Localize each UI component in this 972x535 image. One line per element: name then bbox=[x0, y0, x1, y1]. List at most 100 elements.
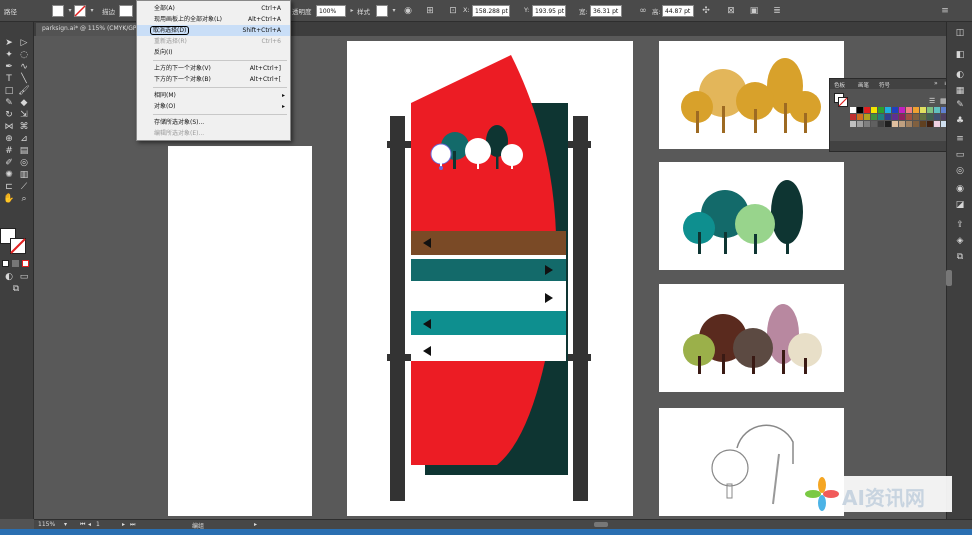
eraser-icon[interactable]: ◆ bbox=[18, 98, 30, 109]
screen-mode-icon[interactable]: ⧉ bbox=[10, 284, 22, 295]
appearance-icon[interactable]: ◉ bbox=[954, 184, 966, 195]
swatch-color[interactable] bbox=[906, 121, 912, 127]
swatch-color[interactable] bbox=[920, 107, 926, 113]
menu-item-select-all[interactable]: 全部(A) Ctrl+A bbox=[137, 3, 290, 14]
swatch-color[interactable] bbox=[871, 107, 877, 113]
menu-item-same[interactable]: 相同(M) ▸ bbox=[137, 90, 290, 101]
swatch-color[interactable] bbox=[934, 121, 940, 127]
list-view-icon[interactable]: ☰ bbox=[929, 97, 935, 105]
swatch-color[interactable] bbox=[885, 107, 891, 113]
transform-icon[interactable]: ✣ bbox=[700, 5, 712, 17]
magic-wand-icon[interactable]: ✦ bbox=[3, 50, 15, 61]
stroke-color-box[interactable] bbox=[10, 238, 26, 254]
slice-icon[interactable]: ⟋ bbox=[18, 182, 30, 193]
pen-tool-icon[interactable]: ✒ bbox=[3, 62, 15, 73]
type-tool-icon[interactable]: T bbox=[3, 74, 15, 85]
menu-item-edit-selection[interactable]: 编辑所选对象(E)... bbox=[137, 128, 290, 139]
swatch-color[interactable] bbox=[871, 114, 877, 120]
swatch-color[interactable] bbox=[913, 107, 919, 113]
layers-icon[interactable]: ◈ bbox=[954, 236, 966, 247]
chevron-right-icon[interactable]: ▸ bbox=[254, 521, 257, 528]
align-icon[interactable]: ⊞ bbox=[424, 5, 436, 17]
zoom-icon[interactable]: ⌕ bbox=[18, 194, 30, 205]
horizontal-scrollbar-thumb[interactable] bbox=[594, 522, 608, 527]
perspective-icon[interactable]: ⊿ bbox=[18, 134, 30, 145]
shape-builder-icon[interactable]: ⊕ bbox=[3, 134, 15, 145]
symbol-sprayer-icon[interactable]: ✺ bbox=[3, 170, 15, 181]
height-field[interactable]: 44.87 pt bbox=[662, 5, 694, 17]
edit-icon[interactable]: ▣ bbox=[748, 5, 760, 17]
style-swatch[interactable] bbox=[376, 5, 388, 17]
swatch-color[interactable] bbox=[927, 107, 933, 113]
next-page-icon[interactable]: ▸ bbox=[122, 521, 125, 528]
tab-symbols[interactable]: 符号 bbox=[879, 81, 890, 89]
swatch-color[interactable] bbox=[906, 114, 912, 120]
vertical-scrollbar-thumb[interactable] bbox=[946, 270, 952, 286]
menu-item-select-all-artboard[interactable]: 现用画板上的全部对象(L) Alt+Ctrl+A bbox=[137, 14, 290, 25]
menu-item-save-selection[interactable]: 存储所选对象(S)... bbox=[137, 117, 290, 128]
artboard-main[interactable] bbox=[347, 41, 633, 516]
prev-page-icon[interactable]: ◂ bbox=[88, 521, 91, 528]
menu-item-next-object-above[interactable]: 上方的下一个对象(V) Alt+Ctrl+] bbox=[137, 63, 290, 74]
y-field[interactable]: 193.95 pt bbox=[532, 5, 566, 17]
artboard-tool-icon[interactable]: ⊏ bbox=[3, 182, 15, 193]
rectangle-tool-icon[interactable]: □ bbox=[3, 86, 15, 97]
swatch-color[interactable] bbox=[920, 121, 926, 127]
menu-item-object[interactable]: 对象(O) ▸ bbox=[137, 101, 290, 112]
swatch-color[interactable] bbox=[864, 121, 870, 127]
pencil-icon[interactable]: ✎ bbox=[3, 98, 15, 109]
artboard-trees-teal[interactable] bbox=[659, 162, 844, 270]
gradient-mode-icon[interactable] bbox=[12, 260, 19, 267]
swatch-color[interactable] bbox=[927, 114, 933, 120]
artboard-trees-brown[interactable] bbox=[659, 284, 844, 392]
collapse-icon[interactable]: » bbox=[934, 80, 938, 87]
export-icon[interactable]: ⇪ bbox=[954, 220, 966, 231]
swatch-color[interactable] bbox=[885, 114, 891, 120]
page-number[interactable]: 1 bbox=[96, 521, 100, 528]
curvature-icon[interactable]: ∿ bbox=[18, 62, 30, 73]
swatch-color[interactable] bbox=[913, 121, 919, 127]
swatch-color[interactable] bbox=[920, 114, 926, 120]
column-graph-icon[interactable]: ▥ bbox=[18, 170, 30, 181]
none-mode-icon[interactable] bbox=[22, 260, 29, 267]
swatch-color[interactable] bbox=[906, 107, 912, 113]
color-guide-icon[interactable]: ◧ bbox=[954, 50, 966, 61]
gradient-icon[interactable]: ▭ bbox=[954, 150, 966, 161]
color-mode-icon[interactable] bbox=[2, 260, 9, 267]
chevron-down-icon[interactable]: ▾ bbox=[388, 5, 400, 17]
swatch-color[interactable] bbox=[892, 114, 898, 120]
swatch-color[interactable] bbox=[857, 107, 863, 113]
last-page-icon[interactable]: ⏭ bbox=[130, 521, 135, 529]
recolor-icon[interactable]: ◉ bbox=[402, 5, 414, 17]
selection-tool-icon[interactable]: ➤ bbox=[3, 38, 15, 49]
swatch-color[interactable] bbox=[934, 114, 940, 120]
arrange-icon[interactable]: ≣ bbox=[771, 5, 783, 17]
tab-brushes[interactable]: 画笔 bbox=[858, 81, 869, 89]
document-tab[interactable]: parksign.ai* @ 115% (CMYK/GPU bbox=[36, 23, 147, 36]
draw-mode-icon[interactable]: ◐ bbox=[3, 272, 15, 283]
menu-item-deselect[interactable]: 取消选择(D) Shift+Ctrl+A bbox=[137, 25, 290, 36]
swatch-color[interactable] bbox=[899, 107, 905, 113]
swatch-color[interactable] bbox=[899, 121, 905, 127]
swatch-color[interactable] bbox=[857, 114, 863, 120]
swatch-color[interactable] bbox=[850, 107, 856, 113]
symbols-icon[interactable]: ♣ bbox=[954, 116, 966, 127]
transparency-icon[interactable]: ◎ bbox=[954, 166, 966, 177]
first-page-icon[interactable]: ⏮ bbox=[80, 521, 85, 529]
width-tool-icon[interactable]: ⋈ bbox=[3, 122, 15, 133]
artboard-blank[interactable] bbox=[168, 146, 312, 516]
swatch-color[interactable] bbox=[913, 114, 919, 120]
direct-selection-tool-icon[interactable]: ▷ bbox=[18, 38, 30, 49]
swatch-color[interactable] bbox=[878, 121, 884, 127]
gradient-icon[interactable]: ▤ bbox=[18, 146, 30, 157]
reference-point-icon[interactable]: ⊡ bbox=[447, 5, 459, 17]
menu-item-inverse[interactable]: 反向(I) bbox=[137, 47, 290, 58]
swatch-color[interactable] bbox=[850, 121, 856, 127]
blend-icon[interactable]: ◎ bbox=[18, 158, 30, 169]
chevron-down-icon[interactable]: ▾ bbox=[86, 5, 98, 17]
rotate-icon[interactable]: ↻ bbox=[3, 110, 15, 121]
swatch-color[interactable] bbox=[864, 114, 870, 120]
chevron-down-icon[interactable]: ▾ bbox=[64, 521, 67, 528]
menu-item-next-object-below[interactable]: 下方的下一个对象(B) Alt+Ctrl+[ bbox=[137, 74, 290, 85]
swatch-color[interactable] bbox=[878, 107, 884, 113]
